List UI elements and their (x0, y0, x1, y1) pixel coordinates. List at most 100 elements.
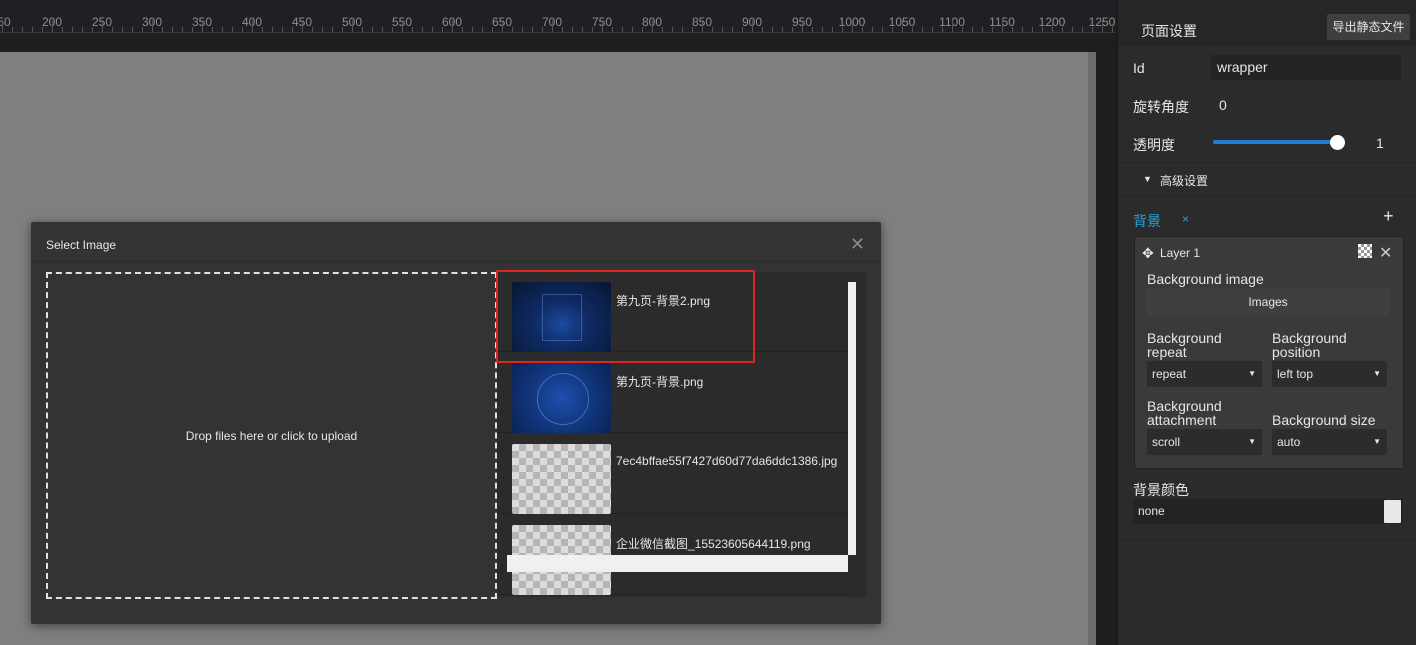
list-vertical-scrollbar[interactable] (848, 282, 856, 555)
remove-background-icon[interactable]: × (1182, 212, 1189, 226)
ruler-tick (1052, 20, 1053, 32)
ruler-tick (302, 20, 303, 32)
ruler-tick (372, 27, 373, 32)
ruler-tick (252, 20, 253, 32)
ruler-tick (702, 20, 703, 32)
ruler-tick (222, 27, 223, 32)
ruler-tick (862, 27, 863, 32)
ruler-tick (412, 27, 413, 32)
bg-size-select[interactable]: auto ▼ (1272, 429, 1387, 455)
bg-size-value: auto (1277, 435, 1301, 449)
images-button[interactable]: Images (1147, 288, 1389, 316)
ruler-tick (32, 27, 33, 32)
ruler-tick (852, 20, 853, 32)
ruler-tick (402, 20, 403, 32)
modal-header: Select Image ✕ (31, 222, 881, 262)
file-name: 第九页-背景2.png (616, 294, 711, 308)
canvas-scrollbar[interactable] (1088, 52, 1096, 645)
ruler-tick (642, 27, 643, 32)
add-layer-icon[interactable]: + (1383, 206, 1394, 227)
ruler-tick (132, 27, 133, 32)
id-input[interactable]: wrapper (1211, 55, 1401, 80)
ruler-tick (692, 27, 693, 32)
modal-title: Select Image (46, 238, 117, 252)
ruler-tick (1002, 20, 1003, 32)
ruler-tick (22, 27, 23, 32)
bg-position-label-line1: Background (1272, 330, 1347, 346)
move-icon[interactable]: ✥ (1142, 245, 1154, 262)
ruler-tick (482, 27, 483, 32)
opacity-value: 1 (1376, 135, 1384, 151)
ruler-tick (732, 27, 733, 32)
opacity-slider-track[interactable] (1213, 140, 1338, 144)
file-item[interactable]: 第九页-背景.png (497, 353, 848, 433)
ruler-tick (952, 20, 953, 32)
panel-title: 页面设置 (1141, 23, 1197, 39)
page-settings-panel: 页面设置 导出静态文件 Id wrapper 旋转角度 0 透明度 1 ▼ 高级… (1116, 0, 1416, 645)
ruler-tick (92, 27, 93, 32)
ruler-tick (212, 27, 213, 32)
ruler-tick (172, 27, 173, 32)
file-item[interactable]: 第九页-背景2.png (497, 272, 848, 352)
ruler-tick (572, 27, 573, 32)
ruler-tick (892, 27, 893, 32)
opacity-label: 透明度 (1133, 137, 1175, 153)
bg-attachment-select[interactable]: scroll ▼ (1147, 429, 1262, 455)
bg-repeat-select[interactable]: repeat ▼ (1147, 361, 1262, 387)
ruler-tick (2, 20, 3, 32)
file-name: 企业微信截图_15523605644119.png (616, 537, 811, 551)
caret-down-icon: ▼ (1373, 437, 1381, 446)
ruler-tick (362, 27, 363, 32)
ruler-tick (932, 27, 933, 32)
ruler-tick (772, 27, 773, 32)
ruler-tick (322, 27, 323, 32)
ruler-tick (672, 27, 673, 32)
advanced-settings-label: 高级设置 (1160, 174, 1209, 188)
ruler-tick (562, 27, 563, 32)
ruler-tick (262, 27, 263, 32)
ruler-tick (792, 27, 793, 32)
ruler-tick (292, 27, 293, 32)
bg-position-select[interactable]: left top ▼ (1272, 361, 1387, 387)
opacity-slider-thumb[interactable] (1330, 135, 1345, 150)
ruler-tick (972, 27, 973, 32)
ruler-tick (1082, 27, 1083, 32)
ruler-tick (352, 20, 353, 32)
bg-repeat-value: repeat (1152, 367, 1187, 381)
file-item[interactable]: 7ec4bffae55f7427d60d77da6ddc1386.jpg (497, 434, 848, 514)
background-layer-card: ✥ Layer 1 ✕ Background image Images Back… (1134, 236, 1404, 469)
ruler-tick (232, 27, 233, 32)
ruler-tick (462, 27, 463, 32)
ruler-tick (1102, 20, 1103, 32)
ruler-tick (1032, 27, 1033, 32)
color-swatch[interactable] (1384, 500, 1401, 523)
ruler-tick (722, 27, 723, 32)
ruler-tick (312, 27, 313, 32)
ruler-tick (1092, 27, 1093, 32)
ruler-tick (452, 20, 453, 32)
ruler-tick (1022, 27, 1023, 32)
ruler-tick (52, 20, 53, 32)
ruler-tick (802, 20, 803, 32)
ruler-tick (752, 20, 753, 32)
list-horizontal-scrollbar[interactable] (507, 555, 848, 572)
export-static-files-button[interactable]: 导出静态文件 (1327, 14, 1410, 40)
close-icon[interactable]: ✕ (850, 235, 865, 253)
ruler-tick (192, 27, 193, 32)
ruler-tick (12, 27, 13, 32)
id-label: Id (1133, 60, 1145, 76)
close-layer-icon[interactable]: ✕ (1379, 243, 1392, 263)
upload-dropzone[interactable]: Drop files here or click to upload (46, 272, 497, 599)
ruler-tick (942, 27, 943, 32)
ruler-tick (1112, 27, 1113, 32)
bg-color-input[interactable]: none (1133, 499, 1403, 524)
horizontal-ruler: 5020025030035040045050055060065070075080… (0, 0, 1116, 33)
caret-down-icon: ▼ (1248, 369, 1256, 378)
rotate-value[interactable]: 0 (1219, 97, 1227, 113)
ruler-tick (1062, 27, 1063, 32)
ruler-tick (332, 27, 333, 32)
ruler-tick (912, 27, 913, 32)
file-name: 7ec4bffae55f7427d60d77da6ddc1386.jpg (616, 454, 838, 468)
advanced-settings-toggle[interactable]: ▼ 高级设置 (1118, 162, 1416, 196)
ruler-tick (712, 27, 713, 32)
